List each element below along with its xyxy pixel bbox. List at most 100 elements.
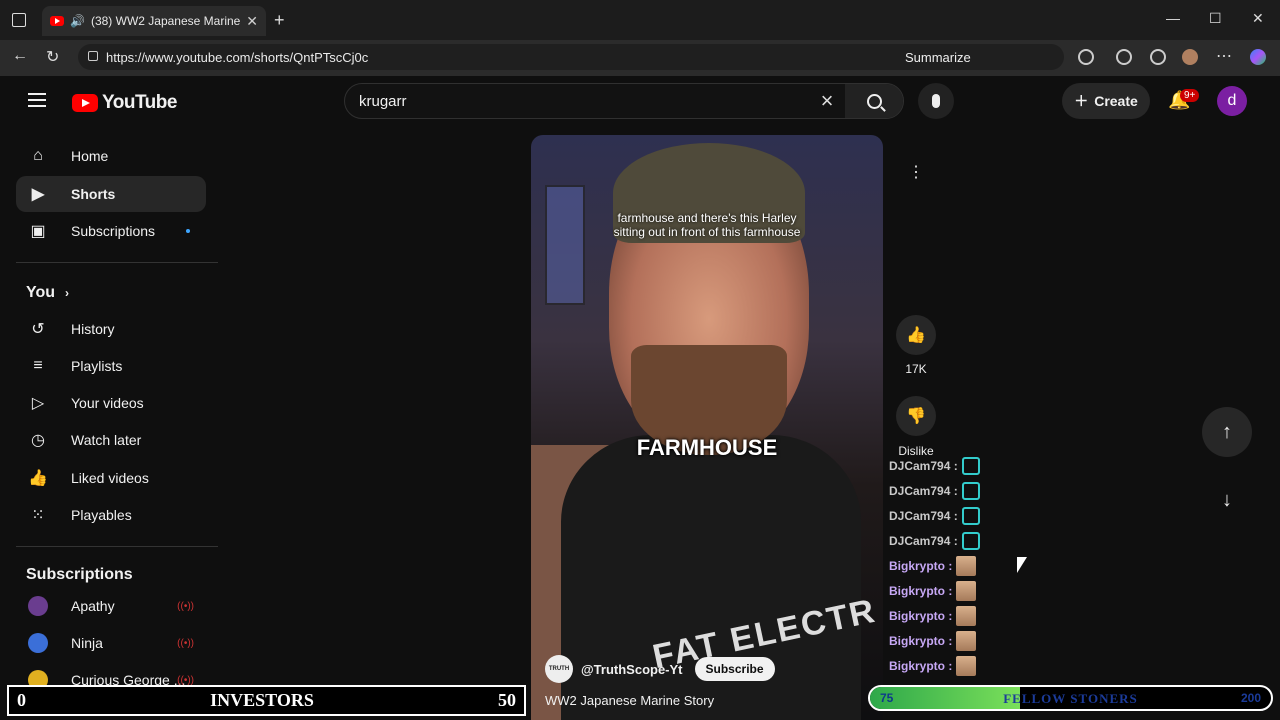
chat-line: Bigkrypto : <box>889 578 1189 603</box>
emote-icon <box>956 605 977 626</box>
back-icon[interactable]: ← <box>12 47 28 65</box>
browser-essentials-icon[interactable] <box>1116 49 1132 65</box>
clear-search-icon[interactable]: × <box>809 88 845 114</box>
emote-icon <box>961 531 980 550</box>
logo-text: YouTube <box>102 92 177 113</box>
thumbs-down-icon: 👎 <box>906 408 926 425</box>
sidebar-item-label: Subscriptions <box>71 223 156 239</box>
sidebar-item-label: Playables <box>71 507 132 523</box>
investors-label: INVESTORS <box>210 690 314 710</box>
fellow-stoners-goal-bar: 75 FELLOW STONERS 200 <box>868 685 1273 711</box>
previous-short-button[interactable]: ↑ <box>1202 407 1252 457</box>
like-button[interactable]: 👍 <box>896 315 936 355</box>
video-subtitle: farmhouse and there's this Harley sittin… <box>531 211 883 239</box>
sidebar-item-subscriptions[interactable]: ▣ Subscriptions <box>16 213 206 249</box>
chat-username: DJCam794 : <box>889 508 958 523</box>
sidebar-item-playables[interactable]: ⁙ Playables <box>16 497 206 533</box>
chat-username: Bigkrypto : <box>889 583 953 598</box>
sidebar-item-your-videos[interactable]: ▷ Your videos <box>16 385 206 421</box>
sidebar-item-label: Ninja <box>71 635 103 651</box>
emote-icon <box>961 481 980 500</box>
history-icon: ↺ <box>31 321 45 338</box>
chat-username: DJCam794 : <box>889 483 958 498</box>
tab-close-icon[interactable]: ✕ <box>246 13 258 30</box>
sidebar-item-watch-later[interactable]: ◷ Watch later <box>16 422 206 458</box>
sidebar-channel-apathy[interactable]: Apathy ((•)) <box>16 588 206 624</box>
sidebar-item-label: Your videos <box>71 395 144 411</box>
close-window-button[interactable]: ✕ <box>1252 10 1264 27</box>
channel-row: TRUTH @TruthScope-Yt Subscribe <box>545 655 775 683</box>
sidebar-item-label: History <box>71 321 115 337</box>
guide-menu-icon[interactable] <box>28 93 46 107</box>
search-button[interactable] <box>845 84 903 118</box>
subscribe-button[interactable]: Subscribe <box>694 657 775 681</box>
tab-actions-icon[interactable] <box>12 13 26 27</box>
investors-target: 50 <box>498 690 516 710</box>
sidebar-subscriptions-heading: Subscriptions <box>26 566 133 583</box>
profile-avatar[interactable] <box>1182 49 1198 65</box>
next-short-button[interactable]: ↓ <box>1202 475 1252 525</box>
your-videos-icon: ▷ <box>31 395 45 412</box>
video-title[interactable]: WW2 Japanese Marine Story <box>545 693 714 708</box>
copilot-icon[interactable] <box>1250 49 1266 65</box>
sidebar-item-home[interactable]: ⌂ Home <box>16 138 206 174</box>
url-text: https://www.youtube.com/shorts/QntPTscCj… <box>106 49 369 65</box>
live-icon: ((•)) <box>177 600 194 612</box>
you-heading-label: You <box>26 284 56 301</box>
sidebar-item-history[interactable]: ↺ History <box>16 311 206 347</box>
live-icon: ((•)) <box>177 637 194 649</box>
stream-chat-overlay: DJCam794 : DJCam794 : DJCam794 : DJCam79… <box>889 453 1189 678</box>
favorites-icon[interactable] <box>1150 49 1166 65</box>
sidebar-you-heading[interactable]: You › <box>26 284 69 302</box>
emote-icon <box>956 580 977 601</box>
account-avatar[interactable]: d <box>1217 86 1247 116</box>
sidebar-item-label: Watch later <box>71 432 142 448</box>
create-label: Create <box>1094 93 1138 109</box>
sidebar-item-label: Shorts <box>71 186 116 202</box>
extensions-icon[interactable] <box>1078 49 1094 65</box>
youtube-logo[interactable]: YouTube <box>72 92 177 114</box>
chat-username: DJCam794 : <box>889 533 958 548</box>
chat-username: Bigkrypto : <box>889 633 953 648</box>
chat-line: DJCam794 : <box>889 453 1189 478</box>
voice-search-button[interactable] <box>918 83 954 119</box>
chat-line: DJCam794 : <box>889 478 1189 503</box>
sidebar-item-label: Apathy <box>71 598 115 614</box>
new-tab-button[interactable]: + <box>274 10 285 31</box>
create-button[interactable]: ＋ Create <box>1062 83 1150 119</box>
sidebar-item-label: Liked videos <box>71 470 149 486</box>
search-icon <box>866 93 882 109</box>
more-menu-icon[interactable]: ⋯ <box>1216 46 1232 66</box>
site-info-icon[interactable] <box>88 51 98 61</box>
subscriptions-icon: ▣ <box>30 223 46 240</box>
background-poster <box>545 185 585 305</box>
speaker-icon[interactable]: 🔊 <box>70 14 85 28</box>
shorts-video-player[interactable]: farmhouse and there's this Harley sittin… <box>531 135 883 720</box>
arrow-down-icon: ↓ <box>1222 488 1232 511</box>
chat-username: Bigkrypto : <box>889 608 953 623</box>
chat-line: Bigkrypto : <box>889 628 1189 653</box>
sidebar-item-liked-videos[interactable]: 👍 Liked videos <box>16 460 206 496</box>
video-caption: FARMHOUSE <box>636 435 778 460</box>
sidebar-item-shorts[interactable]: ▶ Shorts <box>16 176 206 212</box>
investors-goal-bar: 0 INVESTORS 50 <box>7 685 526 716</box>
sidebar-item-playlists[interactable]: ≡ Playlists <box>16 348 206 384</box>
like-count: 17K <box>905 362 927 376</box>
channel-avatar[interactable]: TRUTH <box>545 655 573 683</box>
sidebar-channel-ninja[interactable]: Ninja ((•)) <box>16 625 206 661</box>
maximize-button[interactable]: ☐ <box>1209 10 1222 27</box>
minimize-button[interactable]: — <box>1166 10 1180 26</box>
live-icon: ((•)) <box>177 674 194 686</box>
search-input[interactable]: krugarr <box>345 93 809 110</box>
youtube-favicon-icon <box>50 16 64 26</box>
chat-line: Bigkrypto : <box>889 653 1189 678</box>
dislike-button[interactable]: 👎 <box>896 396 936 436</box>
more-options-icon[interactable]: ⋮ <box>896 152 936 192</box>
sidebar-item-label: Home <box>71 148 109 164</box>
refresh-icon[interactable]: ↻ <box>46 47 59 67</box>
summarize-button[interactable]: Summarize <box>905 50 971 65</box>
microphone-icon <box>932 94 940 108</box>
tab-title: (38) WW2 Japanese Marine <box>90 14 241 28</box>
browser-tab[interactable]: 🔊 (38) WW2 Japanese Marine ✕ <box>42 6 266 36</box>
channel-handle[interactable]: @TruthScope-Yt <box>581 662 683 677</box>
